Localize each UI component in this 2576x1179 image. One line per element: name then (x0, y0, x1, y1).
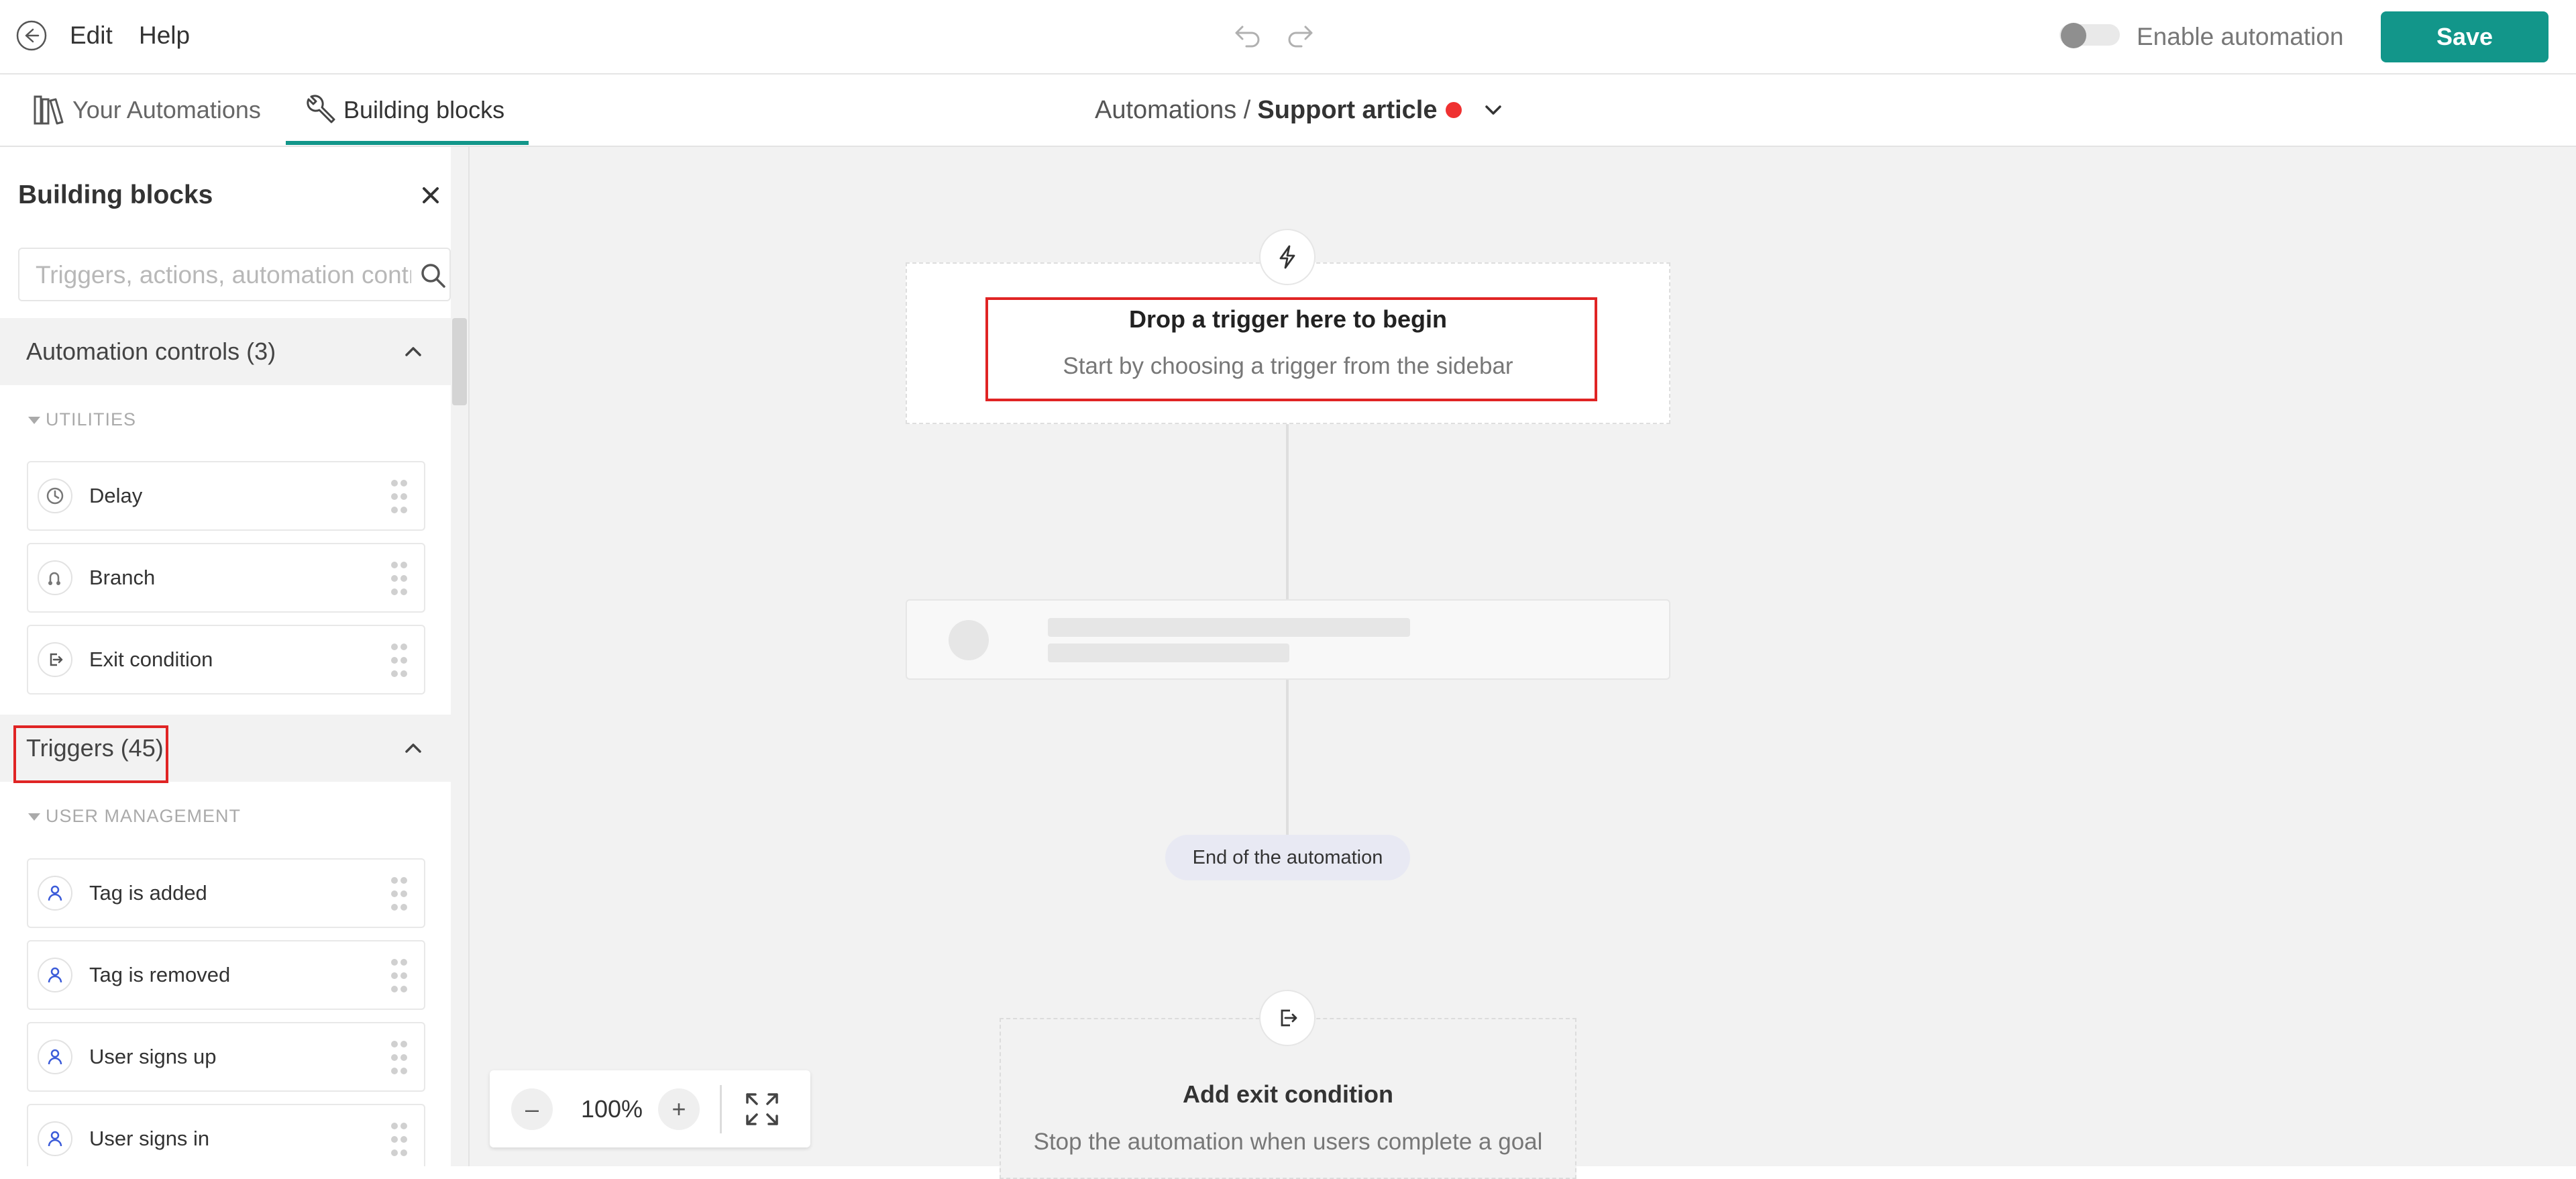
user-icon (38, 958, 72, 992)
search-input[interactable] (34, 249, 413, 301)
tab-building-blocks-label: Building blocks (343, 96, 505, 123)
redo-icon[interactable] (1285, 21, 1315, 48)
toggle-knob (2061, 23, 2086, 48)
books-icon (34, 95, 64, 125)
zoom-level: 100% (580, 1095, 643, 1123)
block-label: Exit condition (89, 648, 213, 671)
chevron-up-icon[interactable] (401, 736, 425, 760)
user-icon (38, 1039, 72, 1074)
tab-your-automations-label: Your Automations (72, 96, 261, 123)
breadcrumb: Automations / Support article (1095, 74, 1505, 146)
skeleton-avatar (949, 620, 989, 660)
connector-line (1286, 424, 1289, 599)
block-label: Delay (89, 484, 143, 507)
user-icon (38, 1121, 72, 1156)
sidebar-scrollbar-thumb[interactable] (452, 318, 467, 405)
back-circle-icon[interactable] (16, 20, 47, 51)
exit-condition-subtitle: Stop the automation when users complete … (1033, 1129, 1543, 1155)
exit-condition-title: Add exit condition (1183, 1080, 1393, 1108)
exit-icon (38, 642, 72, 677)
collapse-triangle-icon[interactable] (28, 813, 40, 821)
group-label-utilities: UTILITIES (28, 409, 136, 430)
building-blocks-sidebar: Building blocks Automation controls (3) … (0, 147, 470, 1166)
block-label: User signs in (89, 1127, 210, 1150)
enable-automation-label: Enable automation (2137, 23, 2344, 50)
breadcrumb-current: Support article (1257, 95, 1438, 124)
save-button[interactable]: Save (2381, 11, 2548, 62)
trigger-drop-title: Drop a trigger here to begin (1128, 305, 1448, 333)
chevron-down-icon[interactable] (1482, 99, 1505, 121)
end-of-automation-pill: End of the automation (1165, 835, 1410, 880)
block-branch[interactable]: Branch (27, 543, 425, 613)
zoom-in-button[interactable]: + (658, 1088, 700, 1130)
branch-icon (38, 560, 72, 595)
zoom-out-button[interactable]: – (511, 1088, 553, 1130)
block-tag-is-removed[interactable]: Tag is removed (27, 940, 425, 1010)
block-label: Tag is added (89, 881, 207, 905)
drag-handle-icon[interactable] (389, 876, 409, 912)
drag-handle-icon[interactable] (389, 642, 409, 678)
tab-your-automations[interactable]: Your Automations (32, 74, 261, 146)
block-label: Tag is removed (89, 963, 231, 986)
edit-menu[interactable]: Edit (70, 20, 113, 51)
block-tag-is-added[interactable]: Tag is added (27, 858, 425, 928)
skeleton-line (1048, 618, 1410, 637)
block-label: User signs up (89, 1045, 217, 1068)
placeholder-step-skeleton (906, 599, 1670, 680)
collapse-triangle-icon[interactable] (28, 417, 40, 425)
tab-building-blocks[interactable]: Building blocks (303, 74, 504, 146)
block-label: Branch (89, 566, 156, 589)
trigger-drop-subtitle: Start by choosing a trigger from the sid… (1063, 353, 1513, 379)
sidebar-scrollbar[interactable] (451, 147, 468, 1166)
section-automation-controls[interactable]: Automation controls (3) (0, 318, 451, 385)
unsaved-status-dot (1445, 102, 1462, 118)
sidebar-title: Building blocks (18, 181, 213, 209)
active-tab-indicator (286, 141, 529, 145)
zoom-controls: – 100% + (490, 1070, 810, 1147)
search-box (18, 248, 451, 301)
breadcrumb-parent[interactable]: Automations / (1095, 96, 1250, 125)
group-label-user-management: USER MANAGEMENT (28, 806, 241, 827)
undo-icon[interactable] (1233, 21, 1263, 48)
triggers-highlight-box (13, 725, 168, 783)
zoom-divider (720, 1085, 722, 1133)
section-automation-controls-label: Automation controls (3) (26, 338, 276, 365)
lightning-icon (1259, 229, 1316, 285)
drag-handle-icon[interactable] (389, 1039, 409, 1076)
close-icon[interactable] (417, 182, 444, 209)
block-delay[interactable]: Delay (27, 461, 425, 531)
skeleton-line (1048, 644, 1289, 662)
user-icon (38, 876, 72, 911)
exit-icon (1259, 990, 1316, 1046)
wrench-icon (307, 95, 335, 123)
block-exit-condition[interactable]: Exit condition (27, 625, 425, 695)
block-user-signs-up[interactable]: User signs up (27, 1022, 425, 1092)
drag-handle-icon[interactable] (389, 958, 409, 994)
clock-icon (38, 478, 72, 513)
help-menu[interactable]: Help (139, 20, 190, 51)
drag-handle-icon[interactable] (389, 560, 409, 597)
search-icon[interactable] (419, 262, 446, 289)
connector-line (1286, 680, 1289, 835)
drag-handle-icon[interactable] (389, 1121, 409, 1158)
chevron-up-icon[interactable] (401, 340, 425, 364)
fit-to-screen-icon[interactable] (743, 1090, 781, 1128)
drag-handle-icon[interactable] (389, 478, 409, 515)
block-user-signs-in[interactable]: User signs in (27, 1104, 425, 1166)
top-bar: Edit Help Enable automation Save (0, 0, 2576, 74)
